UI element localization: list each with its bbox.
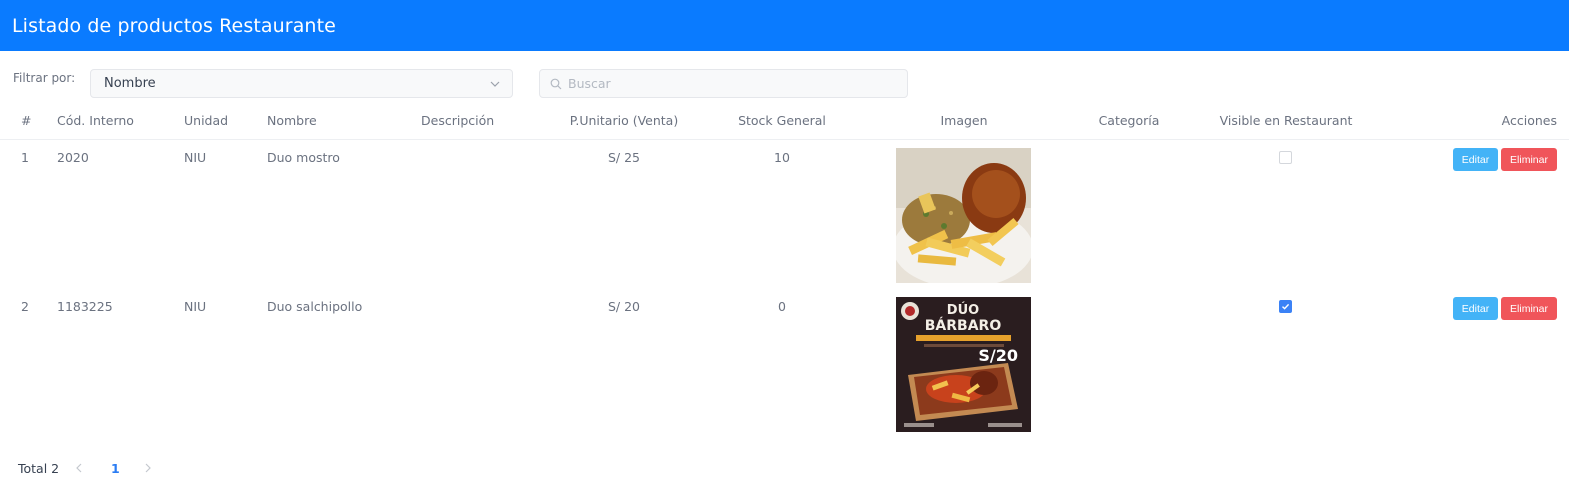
col-category: Categoría (1098, 113, 1160, 128)
chevron-down-icon (490, 81, 500, 87)
row-number: 2 (21, 299, 29, 314)
delete-button[interactable]: Eliminar (1501, 148, 1557, 171)
page-title: Listado de productos Restaurante (12, 14, 336, 37)
filter-label: Filtrar por: (13, 71, 76, 85)
row-number: 1 (21, 150, 29, 165)
row-stock: 10 (774, 150, 790, 165)
col-stock: Stock General (738, 113, 826, 128)
col-name: Nombre (267, 113, 317, 128)
search-input[interactable]: Buscar (539, 69, 908, 98)
filter-select-value: Nombre (104, 76, 156, 91)
visible-checkbox[interactable] (1279, 300, 1292, 313)
row-unit: NIU (184, 299, 207, 314)
row-price: S/ 25 (607, 150, 641, 165)
chevron-right-icon[interactable] (143, 462, 153, 474)
col-unit: Unidad (184, 113, 229, 128)
check-icon (1282, 303, 1290, 310)
page-header: Listado de productos Restaurante (0, 0, 1569, 51)
pagination: Total 2 1 (0, 459, 300, 477)
row-code: 1183225 (57, 299, 113, 314)
row-price: S/ 20 (607, 299, 641, 314)
product-image (896, 148, 1031, 283)
row-stock: 0 (778, 299, 786, 314)
table-header: # Cód. Interno Unidad Nombre Descripción… (0, 113, 1569, 140)
row-code: 2020 (57, 150, 89, 165)
product-image: DÚO BÁRBARO S/20 (896, 297, 1031, 432)
edit-button[interactable]: Editar (1453, 297, 1498, 320)
delete-button[interactable]: Eliminar (1501, 297, 1557, 320)
poster-brand: DÚO (947, 302, 979, 318)
row-name: Duo salchipollo (267, 299, 363, 314)
col-price: P.Unitario (Venta) (569, 113, 679, 128)
table-row: 2 1183225 NIU Duo salchipollo S/ 20 0 DÚ… (0, 297, 1569, 437)
col-actions: Acciones (1501, 113, 1557, 128)
col-description: Descripción (421, 113, 495, 128)
row-unit: NIU (184, 150, 207, 165)
col-number: # (21, 113, 32, 128)
table-row: 1 2020 NIU Duo mostro S/ 25 10 Editar El… (0, 148, 1569, 288)
search-icon (550, 78, 562, 89)
filter-bar: Filtrar por: Nombre Buscar (0, 69, 1569, 99)
edit-button[interactable]: Editar (1453, 148, 1498, 171)
pagination-page-1[interactable]: 1 (111, 461, 120, 476)
col-image: Imagen (940, 113, 988, 128)
col-code: Cód. Interno (57, 113, 134, 128)
chevron-left-icon[interactable] (74, 462, 84, 474)
poster-title: BÁRBARO (925, 317, 1002, 334)
filter-select[interactable]: Nombre (90, 69, 513, 98)
poster-price: S/20 (978, 346, 1018, 365)
row-name: Duo mostro (267, 150, 340, 165)
search-placeholder: Buscar (568, 76, 611, 91)
col-visible: Visible en Restaurant (1219, 113, 1353, 128)
pagination-total: Total 2 (18, 461, 60, 476)
visible-checkbox[interactable] (1279, 151, 1292, 164)
